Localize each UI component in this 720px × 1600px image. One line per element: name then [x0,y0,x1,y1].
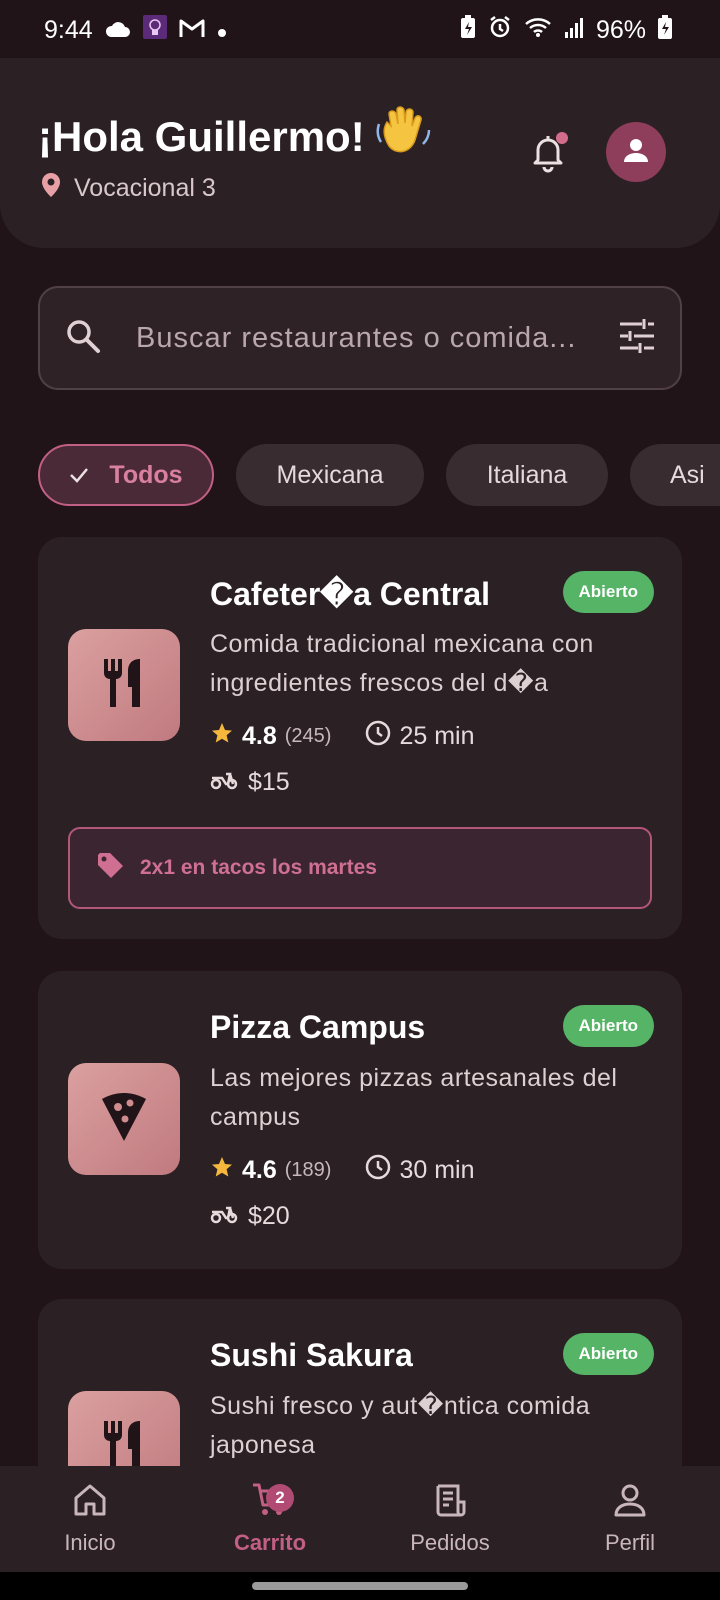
clock-icon [365,1154,391,1187]
review-count: (245) [284,725,332,747]
bell-icon [526,136,570,178]
filter-icon[interactable] [618,318,656,359]
battery-saver-icon [460,14,476,46]
avatar[interactable] [606,122,666,182]
wave-emoji-icon [375,106,431,168]
nav-label: Perfil [604,1530,656,1555]
utensils-icon [100,657,148,714]
restaurant-meta: 4.6 (189) 30 min [210,1154,475,1187]
nav-perfil[interactable]: Perfil [540,1466,720,1572]
search-icon [64,317,102,360]
status-badge: Abierto [562,571,654,613]
battery-percent: 96% [595,15,646,44]
restaurant-name: Cafeter�a Central [210,576,491,612]
dot-icon [217,16,227,45]
rating-value: 4.6 [242,1156,277,1184]
greeting-text: ¡Hola Guillermo! [38,113,365,160]
nav-label: Inicio [64,1530,116,1555]
header: ¡Hola Guillermo! Vocacional 3 [0,58,720,248]
person-icon [622,136,650,169]
delivery-fee: $15 [210,768,290,797]
chip-label: Asi [670,460,705,489]
home-gesture-handle[interactable] [252,1582,468,1590]
nav-label: Pedidos [410,1530,490,1555]
notification-dot [556,132,568,144]
chip-label: Italiana [486,460,568,489]
bottom-navigation: Inicio 2 Carrito Pedidos Perfil [0,1466,720,1572]
person-icon [612,1482,648,1524]
status-bar: 9:44 96% [0,0,720,60]
wifi-icon [524,16,552,45]
greeting: ¡Hola Guillermo! [38,106,431,168]
chip-label: Mexicana [276,460,384,489]
cart-badge: 2 [266,1484,294,1512]
delivery-scooter-icon [210,768,238,797]
nav-pedidos[interactable]: Pedidos [360,1466,540,1572]
check-icon [69,461,89,490]
restaurant-image [68,1063,180,1175]
location[interactable]: Vocacional 3 [40,172,216,205]
home-icon [72,1482,108,1524]
star-icon [210,721,234,752]
category-chips: Todos Mexicana Italiana Asi [38,444,720,506]
delivery-scooter-icon [210,1202,238,1231]
star-icon [210,1155,234,1186]
pizza-icon [100,1091,148,1148]
delivery-fee-value: $20 [248,1202,290,1230]
location-label: Vocacional 3 [74,174,216,202]
restaurant-name: Sushi Sakura [210,1337,413,1373]
restaurant-description: Sushi fresco y aut�ntica comida japonesa [210,1392,591,1459]
gesture-bar [0,1572,720,1600]
restaurant-name: Pizza Campus [210,1009,426,1045]
delivery-fee: $20 [210,1202,290,1231]
status-right: 96% [460,14,672,46]
clock-icon [365,720,391,753]
gmail-icon [179,16,205,45]
receipt-icon [432,1482,468,1524]
restaurant-description: Comida tradicional mexicana con ingredie… [210,630,594,697]
restaurant-description: Las mejores pizzas artesanales del campu… [210,1064,618,1131]
restaurant-card[interactable]: Cafeter�a Central Abierto Comida tradici… [38,537,682,939]
chip-label: Todos [109,460,183,489]
status-badge: Abierto [562,1333,654,1375]
notifications-button[interactable] [526,130,570,174]
alarm-icon [488,15,512,46]
status-time: 9:44 [44,15,93,44]
promo-banner[interactable]: 2x1 en tacos los martes [68,827,652,909]
nav-label: Carrito [233,1530,307,1555]
restaurant-meta: 4.8 (245) 25 min [210,720,475,753]
nav-carrito[interactable]: 2 Carrito [180,1466,360,1572]
promo-text: 2x1 en tacos los martes [140,856,377,879]
review-count: (189) [284,1159,332,1181]
chip-todos[interactable]: Todos [38,444,214,506]
cloud-icon [105,16,131,45]
restaurant-card[interactable]: Pizza Campus Abierto Las mejores pizzas … [38,971,682,1269]
location-pin-icon [40,172,62,205]
delivery-time: 25 min [399,722,475,750]
status-badge: Abierto [562,1005,654,1047]
signal-icon [564,16,584,45]
delivery-time: 30 min [399,1156,475,1184]
search-bar[interactable]: Buscar restaurantes o comida... [38,286,682,390]
chip-mexicana[interactable]: Mexicana [236,444,424,506]
restaurant-image [68,629,180,741]
battery-icon [658,14,672,46]
delivery-fee-value: $15 [248,768,290,796]
rating-value: 4.8 [242,722,277,750]
chip-asiatica[interactable]: Asi [630,444,720,506]
tag-icon [96,851,124,885]
app-icon [142,14,167,46]
search-input[interactable]: Buscar restaurantes o comida... [136,322,618,355]
chip-italiana[interactable]: Italiana [446,444,608,506]
status-left: 9:44 [44,14,227,46]
nav-inicio[interactable]: Inicio [0,1466,180,1572]
